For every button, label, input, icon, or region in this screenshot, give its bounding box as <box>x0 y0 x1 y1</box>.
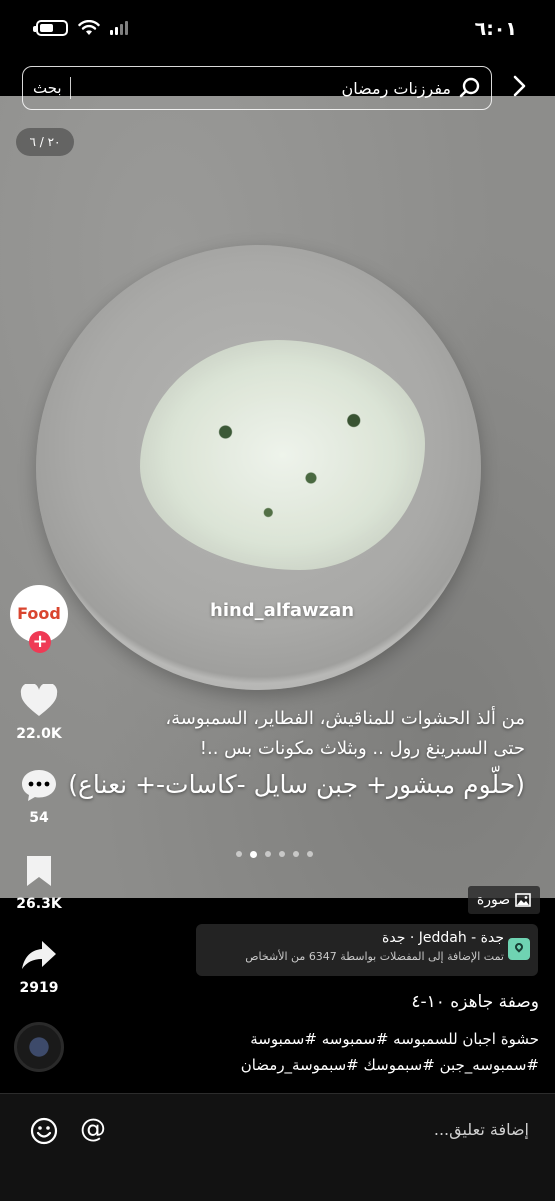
slide-dot <box>265 851 271 857</box>
slide-dot <box>293 851 299 857</box>
avatar-text: Food <box>17 604 61 623</box>
slide-dot <box>307 851 313 857</box>
post-hashtags[interactable]: حشوة اجبان للسمبوسه #سمبوسه #سمبوسة #سمب… <box>99 1026 539 1078</box>
share-count: 2919 <box>19 980 59 996</box>
follow-button[interactable]: + <box>29 631 51 653</box>
status-time: ٦:٠١ <box>474 18 517 40</box>
comment-button[interactable]: 54 <box>0 768 78 826</box>
bookmark-icon <box>27 856 51 886</box>
like-button[interactable]: 22.0K <box>0 682 78 742</box>
image-icon <box>515 893 531 907</box>
slide-indicator <box>236 851 313 858</box>
watermark: hind_alfawzan <box>210 600 355 621</box>
share-button[interactable]: 2919 <box>0 938 78 996</box>
photo-tag: صورة <box>468 886 540 914</box>
location-title: جدة - Jeddah · جدة <box>382 930 504 946</box>
post-title: وصفة جاهزه ١٠-٤ <box>411 992 539 1012</box>
music-disc-icon[interactable] <box>14 1022 64 1072</box>
back-chevron-icon[interactable] <box>512 70 526 106</box>
heart-icon <box>20 682 58 716</box>
comment-icon <box>22 770 56 801</box>
emoji-icon[interactable] <box>30 1117 58 1145</box>
location-pin-icon <box>508 938 530 960</box>
save-count: 26.3K <box>16 896 62 912</box>
share-arrow-icon <box>22 941 56 969</box>
location-card[interactable]: جدة - Jeddah · جدة تمت الإضافة إلى المفض… <box>196 924 538 976</box>
search-input[interactable]: مفرزنات رمضان <box>79 79 452 98</box>
slide-dot <box>279 851 285 857</box>
caption-line-1: من ألذ الحشوات للمناقيش، الفطاير، السمبو… <box>165 708 525 729</box>
caption-line-3: (حلّوم مبشور+ جبن سايل -كاسات-+ نعناع) <box>68 770 525 799</box>
save-button[interactable]: 26.3K <box>0 854 78 912</box>
wifi-icon <box>78 20 100 35</box>
photo-tag-label: صورة <box>476 892 511 908</box>
photo-caption: من ألذ الحشوات للمناقيش، الفطاير، السمبو… <box>25 704 525 804</box>
mention-icon[interactable]: @ <box>80 1114 106 1144</box>
status-icons <box>33 20 128 36</box>
slide-dot <box>236 851 242 857</box>
hashtags-line-2[interactable]: #سمبوسه_جبن #سبموسك #سبموسة_رمضان <box>99 1052 539 1078</box>
comment-bar <box>0 1093 555 1201</box>
location-subtitle: تمت الإضافة إلى المفضلات بواسطة 6347 من … <box>245 950 504 963</box>
slide-dot <box>250 851 257 858</box>
comment-input[interactable]: إضافة تعليق... <box>434 1120 529 1139</box>
hashtags-line-1[interactable]: حشوة اجبان للسمبوسه #سمبوسه #سمبوسة <box>99 1026 539 1052</box>
like-count: 22.0K <box>16 726 62 742</box>
search-button[interactable]: بحث <box>33 79 62 97</box>
battery-icon <box>33 20 68 36</box>
comment-count: 54 <box>29 810 49 826</box>
slide-counter: ٢٠ / ٦ <box>16 128 74 156</box>
cellular-signal-icon <box>110 21 128 35</box>
filling-image <box>140 340 425 570</box>
search-icon <box>459 77 480 98</box>
caption-line-2: حتى السبرينغ رول .. وبثلاث مكونات بس ..! <box>199 738 525 759</box>
search-divider <box>69 77 71 99</box>
search-bar[interactable]: مفرزنات رمضان بحث <box>22 66 492 110</box>
